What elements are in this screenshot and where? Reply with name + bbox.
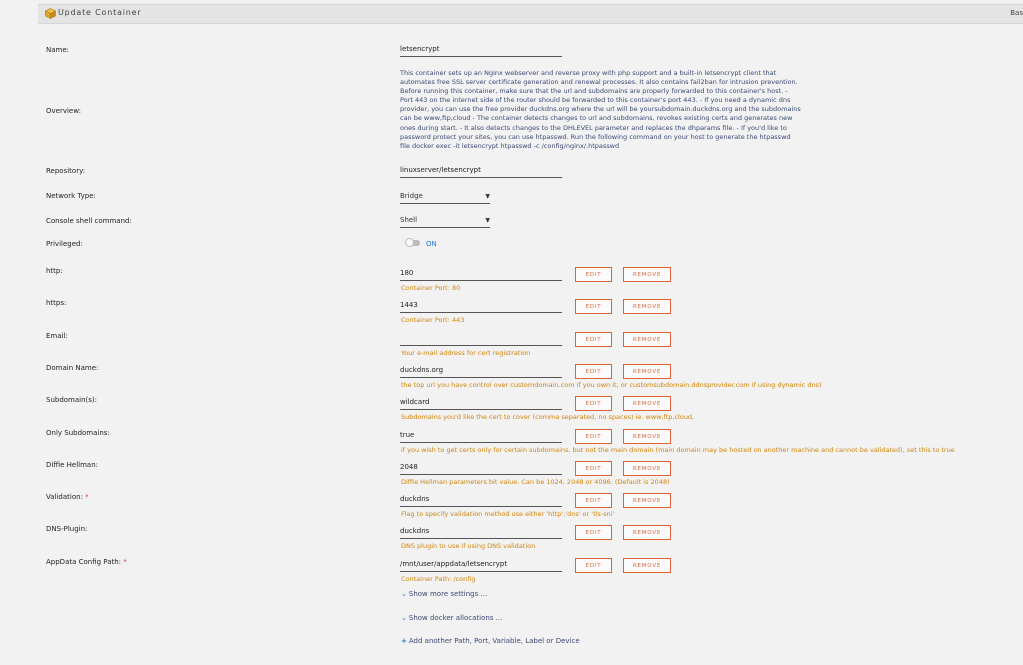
dropdown-arrow-icon: ▼ (485, 193, 490, 200)
config-value-input[interactable]: true (400, 431, 562, 443)
show-more-settings-link[interactable]: ⌄ Show more settings ... (401, 590, 487, 598)
edit-button[interactable]: EDIT (575, 428, 612, 444)
required-marker: * (82, 493, 89, 502)
header-right-text[interactable]: Bas (1010, 9, 1023, 17)
repository-input[interactable]: linuxserver/letsencrypt (400, 166, 562, 178)
remove-button[interactable]: REMOVE (623, 460, 671, 476)
config-label: Subdomain(s): (46, 396, 97, 404)
config-label-text: Domain Name: (46, 363, 99, 372)
config-hint: Diffie Hellman parameters bit value. Can… (401, 477, 670, 486)
name-input[interactable]: letsencrypt (400, 45, 562, 57)
config-label-text: Email: (46, 331, 68, 340)
config-label-text: Only Subdomains: (46, 428, 110, 437)
console-label: Console shell command: (46, 217, 132, 225)
config-hint: if you wish to get certs only for certai… (401, 445, 955, 454)
config-label-text: Subdomain(s): (46, 396, 98, 405)
page-title: Update Container (58, 8, 142, 17)
config-label-text: DNS-Plugin: (46, 525, 88, 534)
console-value: Shell (400, 216, 418, 224)
network-type-value: Bridge (400, 192, 423, 200)
package-icon (45, 8, 56, 19)
edit-button[interactable]: EDIT (575, 557, 612, 573)
required-marker: * (121, 557, 127, 566)
edit-button[interactable]: EDIT (575, 396, 612, 412)
config-value-input[interactable]: duckdns.org (400, 366, 562, 378)
edit-button[interactable]: EDIT (575, 363, 612, 379)
edit-button[interactable]: EDIT (575, 267, 612, 282)
remove-button[interactable]: REMOVE (623, 525, 671, 541)
config-label: http: (46, 267, 63, 275)
remove-button[interactable]: REMOVE (623, 363, 671, 379)
show-more-settings-label: Show more settings ... (408, 590, 488, 598)
config-value-input[interactable]: /mnt/user/appdata/letsencrypt (400, 560, 562, 572)
add-another-label: Add another Path, Port, Variable, Label … (408, 637, 580, 645)
remove-button[interactable]: REMOVE (623, 493, 671, 509)
config-label: Diffie Hellman: (46, 461, 98, 469)
remove-button[interactable]: REMOVE (623, 299, 671, 315)
chevron-down-icon: ⌄ (401, 614, 407, 622)
config-label-text: Diffie Hellman: (46, 460, 98, 469)
page-header: Update Container Bas (38, 4, 1023, 24)
remove-button[interactable]: REMOVE (623, 557, 671, 573)
config-label-text: https: (46, 299, 67, 308)
config-label: Domain Name: (46, 364, 98, 372)
config-value-input[interactable]: duckdns (400, 527, 562, 540)
config-value-input[interactable]: 180 (400, 269, 562, 281)
network-type-label: Network Type: (46, 192, 96, 200)
console-select[interactable]: Shell ▼ (400, 216, 490, 228)
config-hint: Subdomains you'd like the cert to cover … (401, 413, 695, 422)
edit-button[interactable]: EDIT (575, 331, 612, 347)
config-hint: Container Port: 80 (401, 284, 461, 292)
show-docker-allocations-label: Show docker allocations ... (408, 614, 503, 622)
config-label: https: (46, 299, 66, 307)
plus-icon: + (401, 637, 407, 645)
config-value-input[interactable] (400, 334, 562, 346)
edit-button[interactable]: EDIT (575, 299, 612, 315)
config-hint: Container Path: /config (401, 574, 476, 583)
remove-button[interactable]: REMOVE (623, 396, 671, 412)
config-hint: Flag to specify validation method use ei… (401, 510, 615, 519)
remove-button[interactable]: REMOVE (623, 267, 671, 282)
dropdown-arrow-icon: ▼ (485, 217, 490, 224)
config-value-input[interactable]: wildcard (400, 398, 562, 411)
add-another-link[interactable]: + Add another Path, Port, Variable, Label… (401, 637, 580, 645)
config-label: Email: (46, 332, 68, 340)
privileged-label: Privileged: (46, 240, 83, 248)
config-label: Validation: * (46, 493, 89, 501)
privileged-state: ON (426, 240, 437, 248)
config-value-input[interactable]: 2048 (400, 463, 562, 475)
config-label-text: http: (46, 267, 63, 275)
config-hint: Your e-mail address for cert registratio… (401, 348, 531, 357)
show-docker-allocations-link[interactable]: ⌄ Show docker allocations ... (401, 614, 502, 622)
overview-label: Overview: (46, 107, 81, 115)
overview-text: This container sets up an Nginx webserve… (400, 69, 801, 150)
network-type-select[interactable]: Bridge ▼ (400, 192, 490, 204)
config-label: AppData Config Path: * (46, 558, 127, 566)
edit-button[interactable]: EDIT (575, 493, 612, 509)
remove-button[interactable]: REMOVE (623, 428, 671, 444)
edit-button[interactable]: EDIT (575, 525, 612, 541)
config-value-input[interactable]: 1443 (400, 301, 562, 314)
remove-button[interactable]: REMOVE (623, 331, 671, 347)
config-value-input[interactable]: duckdns (400, 495, 562, 508)
config-hint: Container Port: 443 (401, 316, 465, 325)
config-label: DNS-Plugin: (46, 525, 87, 533)
privileged-toggle[interactable] (405, 238, 420, 247)
name-label: Name: (46, 46, 70, 54)
config-label-text: AppData Config Path: (46, 557, 122, 566)
config-label-text: Validation: (46, 493, 83, 502)
config-hint: the top url you have control over custom… (401, 380, 822, 389)
config-label: Only Subdomains: (46, 429, 110, 437)
chevron-down-icon: ⌄ (401, 590, 407, 598)
edit-button[interactable]: EDIT (575, 460, 612, 476)
config-hint: DNS plugin to use if using DNS validatio… (401, 542, 536, 551)
repository-label: Repository: (46, 167, 86, 175)
toggle-knob (405, 238, 414, 247)
